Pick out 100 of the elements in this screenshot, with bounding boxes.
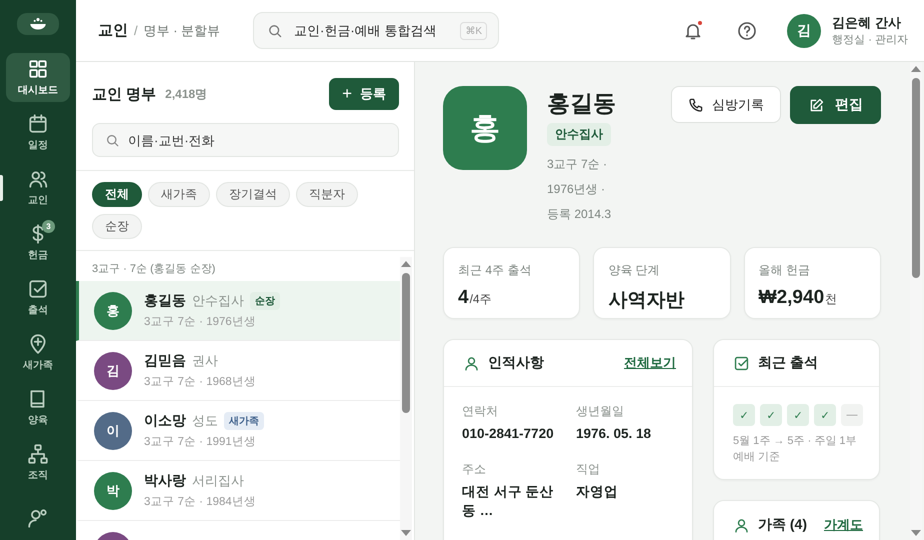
profile-avatar: 홍 <box>443 86 527 170</box>
edit-icon <box>808 96 825 114</box>
member-detail: 3교구 7순 · 1976년생 <box>144 315 257 329</box>
member-avatar: 이 <box>94 412 132 450</box>
help-button[interactable] <box>737 20 758 40</box>
field-label: 생년월일 <box>576 403 625 420</box>
scrollbar[interactable] <box>400 257 412 540</box>
member-name: 박사랑 <box>144 472 186 490</box>
breadcrumb-subtitle: 명부 · 분할뷰 <box>144 22 220 40</box>
sidebar-item[interactable]: 새가족 <box>6 328 70 377</box>
add-member-button[interactable]: + 등록 <box>329 78 399 110</box>
sidebar-item[interactable]: 교인 <box>6 163 70 212</box>
profile-meta: 1976년생 · <box>547 181 606 198</box>
member-row[interactable]: 김 김믿음 권사 3교구 7순 · 1968년생 <box>76 341 400 401</box>
filter-chip[interactable]: 장기결석 <box>216 182 290 207</box>
field-label: 직업 <box>576 461 601 478</box>
filter-chip[interactable]: 순장 <box>92 214 142 239</box>
person-icon <box>463 354 480 372</box>
search-icon <box>267 23 283 39</box>
checkbox-icon <box>733 354 750 372</box>
member-row[interactable]: 박 박사랑 서리집사 3교구 7순 · 1984년생 <box>76 461 400 521</box>
breadcrumb-current[interactable]: 교인 <box>98 21 128 40</box>
list-title: 교인 명부 <box>92 84 156 104</box>
visit-record-button[interactable]: 심방기록 <box>671 86 781 123</box>
stat-label: 최근 4주 출석 <box>458 262 532 279</box>
card-title: 가족 (4) <box>758 516 807 534</box>
notification-button[interactable] <box>683 20 704 40</box>
phone-icon <box>688 96 704 112</box>
shortcut-hint: ⌘K <box>460 22 487 40</box>
sidebar-item[interactable]: 출석 <box>6 273 70 322</box>
sidebar-item[interactable]: 조직 <box>6 438 70 487</box>
member-role: 서리집사 <box>192 472 244 490</box>
field-value: 010-2841-7720 <box>462 425 555 443</box>
help-icon <box>737 20 758 40</box>
filter-chip[interactable]: 전체 <box>92 182 142 207</box>
search-icon <box>105 133 120 148</box>
member-row[interactable]: 이 이소망 성도 새가족 3교구 7순 · 1991년생 <box>76 401 400 461</box>
profile-name: 홍길동 <box>547 89 616 118</box>
week-attendance-mark: ✓ <box>733 404 755 426</box>
checkbox-icon <box>27 278 49 300</box>
member-detail: 3교구 7순 · 1968년생 <box>144 375 256 389</box>
field-value: 자영업 <box>576 483 619 501</box>
dashboard-icon <box>27 58 49 80</box>
member-role: 권사 <box>192 352 218 370</box>
edit-button[interactable]: 편집 <box>790 86 881 124</box>
breadcrumb-separator: / <box>134 23 138 38</box>
member-avatar: 김 <box>94 352 132 390</box>
member-count: 2,418명 <box>165 86 208 102</box>
field-label: 연락처 <box>462 403 499 420</box>
member-row[interactable]: 홍 홍길동 안수집사 순장 3교구 7순 · 1976년생 <box>76 281 400 341</box>
user-gear-icon <box>27 506 49 528</box>
stat-value: 4 <box>458 287 469 309</box>
view-all-link[interactable]: 전체보기 <box>624 354 676 372</box>
stat-unit: /4주 <box>470 291 492 308</box>
sidebar-item[interactable]: 대시보드 <box>6 53 70 102</box>
stat-value: ₩2,940 <box>758 287 824 309</box>
attendance-note: 5월 1주 → 5주 · 주일 1부 예배 기준 <box>732 434 858 465</box>
field-label: 주소 <box>462 461 487 478</box>
member-avatar: 박 <box>94 472 132 510</box>
family-tree-link[interactable]: 가계도 <box>824 516 863 534</box>
title-tag: 안수집사 <box>547 123 611 146</box>
org-chart-icon <box>27 443 49 465</box>
member-avatar: 홍 <box>94 292 132 330</box>
member-role: 성도 <box>192 412 218 430</box>
week-attendance-mark: — <box>841 404 863 426</box>
profile-meta: 3교구 7순 · <box>547 156 608 173</box>
status-tag: 새가족 <box>224 412 264 430</box>
member-name: 김믿음 <box>144 352 186 370</box>
filter-chip[interactable]: 직분자 <box>296 182 358 207</box>
filter-chip[interactable]: 새가족 <box>148 182 210 207</box>
member-detail: 3교구 7순 · 1984년생 <box>144 495 256 509</box>
member-role: 안수집사 <box>192 292 244 310</box>
week-attendance-mark: ✓ <box>760 404 782 426</box>
sidebar-item[interactable]: 양육 <box>6 383 70 432</box>
member-search-field[interactable]: 이름·교번·전화 <box>92 123 399 157</box>
stat-label: 양육 단계 <box>608 262 661 279</box>
group-header: 3교구 · 7순 (홍길동 순장) <box>91 262 216 277</box>
member-name: 이소망 <box>144 412 186 430</box>
status-tag: 순장 <box>250 292 280 310</box>
profile-meta: 등록 2014.3 <box>547 206 612 223</box>
week-attendance-mark: ✓ <box>787 404 809 426</box>
member-detail: 3교구 7순 · 1991년생 <box>144 435 257 449</box>
card-title: 인적사항 <box>488 354 544 372</box>
stat-unit: 천 <box>825 291 838 308</box>
count-badge: 3 <box>42 220 55 233</box>
user-role: 행정실 · 관리자 <box>832 33 908 47</box>
user-name: 김은혜 간사 <box>832 14 902 32</box>
week-attendance-mark: ✓ <box>814 404 836 426</box>
calendar-icon <box>27 113 49 135</box>
field-value: 대전 서구 둔산동 … <box>462 483 555 520</box>
field-value: 1976. 05. 18 <box>576 425 652 443</box>
sidebar-item[interactable]: 3 헌금 <box>6 218 70 267</box>
sidebar-item[interactable]: 일정 <box>6 108 70 157</box>
member-name: 홍길동 <box>144 292 186 310</box>
stat-label: 올해 헌금 <box>758 262 811 279</box>
person-icon <box>733 516 750 534</box>
card-title: 최근 출석 <box>758 354 818 372</box>
app-logo[interactable] <box>17 13 59 35</box>
stat-value: 사역자반 <box>608 289 684 313</box>
user-avatar[interactable]: 김 <box>787 14 822 48</box>
